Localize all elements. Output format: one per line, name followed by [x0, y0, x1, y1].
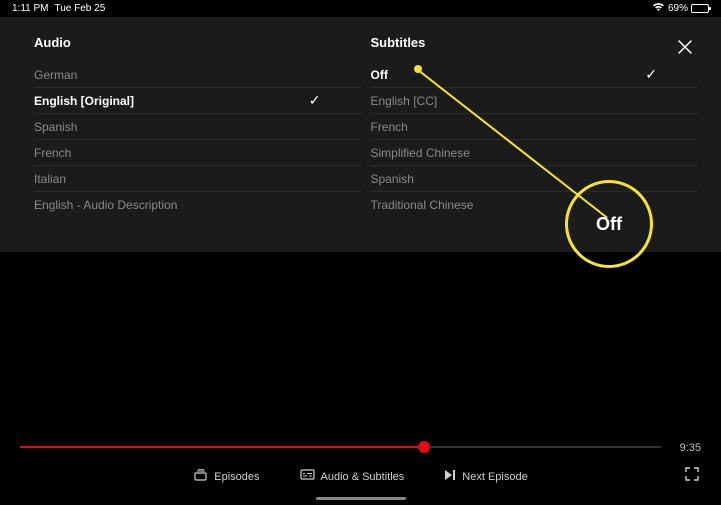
- audio-option[interactable]: Italian✓: [34, 166, 361, 192]
- status-time: 1:11 PM: [12, 3, 49, 14]
- audio-heading: Audio: [34, 35, 361, 50]
- audio-option-label: Italian: [34, 172, 66, 186]
- audio-option[interactable]: Spanish✓: [34, 114, 361, 140]
- audio-option[interactable]: German✓: [34, 62, 361, 88]
- audio-option-label: German: [34, 68, 77, 82]
- subtitle-option[interactable]: Off ✓: [371, 62, 698, 88]
- audio-option[interactable]: French✓: [34, 140, 361, 166]
- subtitle-option-label: Simplified Chinese: [371, 146, 470, 160]
- progress-knob[interactable]: [418, 441, 430, 453]
- subtitle-option[interactable]: French✓: [371, 114, 698, 140]
- subtitle-option[interactable]: English [CC]✓: [371, 88, 698, 114]
- audio-subtitles-button[interactable]: Audio & Subtitles: [300, 469, 405, 484]
- bottom-controls: Episodes Audio & Subtitles Next Episode: [0, 469, 721, 484]
- close-button[interactable]: [673, 35, 697, 64]
- next-episode-icon: [444, 469, 456, 484]
- audio-option[interactable]: English - Audio Description✓: [34, 192, 361, 218]
- home-indicator[interactable]: [316, 497, 406, 500]
- next-episode-button[interactable]: Next Episode: [444, 469, 527, 484]
- audio-subtitles-icon: [300, 469, 315, 484]
- subtitles-column: Subtitles Off✓English [CC]✓French✓Simpli…: [361, 35, 698, 242]
- audio-option-label: English [Original]: [34, 94, 134, 108]
- subtitle-option[interactable]: Simplified Chinese✓: [371, 140, 698, 166]
- subtitle-option-label: English [CC]: [371, 94, 438, 108]
- progress-fill: [20, 446, 424, 448]
- subtitle-option-label: Spanish: [371, 172, 414, 186]
- fullscreen-button[interactable]: [685, 467, 699, 484]
- audio-option-label: Spanish: [34, 120, 77, 134]
- wifi-icon: [652, 2, 665, 15]
- episodes-button[interactable]: Episodes: [193, 469, 259, 484]
- subtitle-option-label: Traditional Chinese: [371, 198, 474, 212]
- audio-subtitles-panel: Audio German✓English [Original]✓Spanish✓…: [0, 17, 721, 252]
- ios-status-bar: 1:11 PM Tue Feb 25 69%: [0, 0, 721, 17]
- battery-percent: 69%: [668, 3, 688, 14]
- progress-bar[interactable]: [20, 446, 661, 448]
- audio-subtitles-label: Audio & Subtitles: [321, 471, 405, 483]
- check-icon: ✓: [309, 92, 321, 109]
- subtitle-option-label: Off: [371, 68, 388, 82]
- video-area[interactable]: [0, 252, 721, 505]
- subtitle-option[interactable]: Spanish✓: [371, 166, 698, 192]
- time-remaining: 9:35: [680, 442, 701, 454]
- audio-option-label: French: [34, 146, 71, 160]
- check-icon: ✓: [645, 66, 657, 83]
- audio-option[interactable]: English [Original] ✓: [34, 88, 361, 114]
- subtitle-option-label: French: [371, 120, 408, 134]
- audio-column: Audio German✓ English [Original] ✓ Spanish✓…: [34, 35, 361, 242]
- subtitle-option[interactable]: Traditional Chinese✓: [371, 192, 698, 218]
- audio-option-label: English - Audio Description: [34, 198, 177, 212]
- subtitles-heading: Subtitles: [371, 35, 698, 50]
- next-episode-label: Next Episode: [462, 471, 527, 483]
- episodes-icon: [193, 469, 208, 484]
- battery-icon: [691, 4, 709, 13]
- status-date: Tue Feb 25: [55, 3, 106, 14]
- episodes-label: Episodes: [214, 471, 259, 483]
